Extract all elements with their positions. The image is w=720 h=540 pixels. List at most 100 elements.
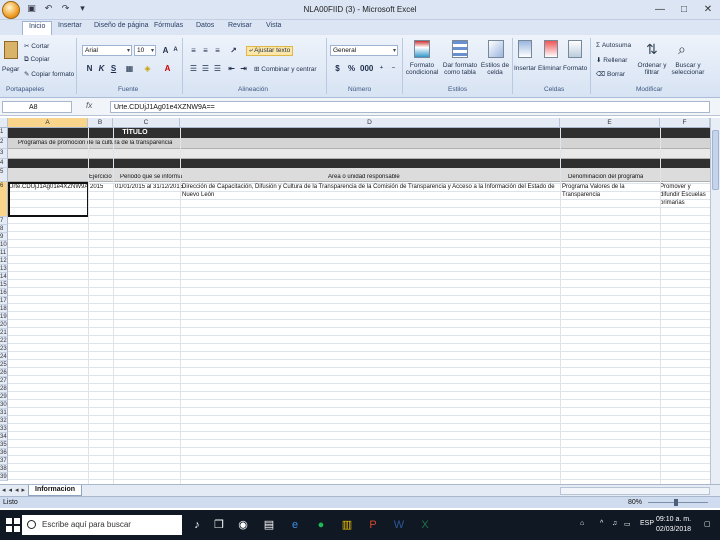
row-header-31[interactable]: 31	[0, 409, 8, 417]
windows-start-icon[interactable]	[6, 518, 20, 532]
format-table-button[interactable]: Dar formato como tabla	[441, 62, 479, 76]
scroll-thumb[interactable]	[712, 130, 719, 190]
tab-formulas[interactable]: Fórmulas	[154, 22, 183, 29]
binoculars-icon[interactable]: ⌕	[678, 40, 692, 58]
taskbar-search-input[interactable]: Escribe aquí para buscar	[22, 515, 182, 535]
tab-revisar[interactable]: Revisar	[228, 22, 252, 29]
chrome-icon[interactable]: ◉	[236, 518, 250, 532]
close-button[interactable]: ✕	[696, 0, 720, 20]
row-header-27[interactable]: 27	[0, 377, 8, 385]
bold-icon[interactable]: N	[84, 63, 95, 74]
cell-B8[interactable]: 2015	[90, 184, 103, 190]
cut-button[interactable]: ✂ Cortar	[24, 42, 49, 50]
increase-decimal-icon[interactable]: ⁺	[376, 63, 387, 74]
tab-diseno-pagina[interactable]: Diseño de página	[94, 22, 149, 29]
delete-cells-button[interactable]: Eliminar	[538, 65, 561, 72]
format-cells-button[interactable]: Formato	[563, 65, 587, 72]
row-header-25[interactable]: 25	[0, 361, 8, 369]
sheet-tab-informacion[interactable]: Informacion	[28, 485, 83, 496]
cell-styles-icon[interactable]	[488, 40, 504, 58]
row-header-16[interactable]: 16	[0, 289, 8, 297]
tab-inicio[interactable]: Inicio	[22, 21, 53, 35]
row-header-22[interactable]: 22	[0, 337, 8, 345]
row-header-21[interactable]: 21	[0, 329, 8, 337]
align-bottom-icon[interactable]: ≡	[212, 45, 223, 56]
volume-icon[interactable]: ♫	[612, 520, 617, 527]
cell-E8[interactable]: Programa Valores de la Transparencia	[562, 183, 658, 199]
excel-icon[interactable]: X	[418, 518, 432, 532]
column-header-f[interactable]: F	[660, 118, 710, 128]
zoom-slider[interactable]	[648, 499, 708, 506]
zoom-knob[interactable]	[674, 499, 678, 506]
file-explorer-icon[interactable]: ▤	[262, 518, 276, 532]
row-header-8[interactable]: 8	[0, 225, 8, 233]
row-header-18[interactable]: 18	[0, 305, 8, 313]
number-format-combo[interactable]: General ▾	[330, 45, 398, 56]
delete-cells-icon[interactable]	[544, 40, 558, 58]
minimize-button[interactable]: —	[648, 0, 672, 20]
row-header-23[interactable]: 23	[0, 345, 8, 353]
row-header-24[interactable]: 24	[0, 353, 8, 361]
currency-icon[interactable]: $	[332, 63, 343, 74]
clock[interactable]: 09:10 a. m. 02/03/2018	[656, 515, 691, 535]
edge-icon[interactable]: e	[288, 518, 302, 532]
cell-styles-button[interactable]: Estilos de celda	[480, 62, 510, 76]
wrap-text-button[interactable]: ⤶ Ajustar texto	[246, 46, 294, 56]
row-header-5[interactable]: 5	[0, 168, 8, 182]
row-header-29[interactable]: 29	[0, 393, 8, 401]
files-icon[interactable]: ▥	[340, 518, 354, 532]
column-header-e[interactable]: E	[560, 118, 660, 128]
row-header-36[interactable]: 36	[0, 449, 8, 457]
paste-button[interactable]: Pegar	[2, 66, 19, 73]
row-header-33[interactable]: 33	[0, 425, 8, 433]
row-header-4[interactable]: 4	[0, 159, 8, 168]
row-header-39[interactable]: 39	[0, 473, 8, 481]
font-name-combo[interactable]: Arial ▾	[82, 45, 132, 56]
network-icon[interactable]: ⌂	[580, 520, 584, 527]
row-header-9[interactable]: 9	[0, 233, 8, 241]
row-header-34[interactable]: 34	[0, 433, 8, 441]
insert-cells-icon[interactable]	[518, 40, 532, 58]
merge-center-button[interactable]: ⊞ Combinar y centrar	[254, 65, 317, 73]
format-cells-icon[interactable]	[568, 40, 582, 58]
vertical-scrollbar[interactable]	[710, 118, 720, 484]
fx-icon[interactable]: fx	[86, 101, 92, 110]
tab-datos[interactable]: Datos	[196, 22, 214, 29]
autosum-button[interactable]: Σ Autosuma	[596, 42, 631, 49]
align-top-icon[interactable]: ≡	[188, 45, 199, 56]
row-header-28[interactable]: 28	[0, 385, 8, 393]
align-middle-icon[interactable]: ≡	[200, 45, 211, 56]
word-icon[interactable]: W	[392, 518, 406, 532]
column-header-b[interactable]: B	[88, 118, 113, 128]
fill-button[interactable]: ⬇ Rellenar	[596, 56, 627, 64]
paste-icon[interactable]	[4, 41, 18, 59]
percent-icon[interactable]: %	[346, 63, 357, 74]
font-color-icon[interactable]: A	[162, 63, 173, 74]
row-header-35[interactable]: 35	[0, 441, 8, 449]
decrease-indent-icon[interactable]: ⇤	[226, 63, 237, 74]
column-header-a[interactable]: A	[8, 118, 88, 128]
row-header-3[interactable]: 3	[0, 149, 8, 159]
row-header-1[interactable]: 1	[0, 128, 8, 138]
powerpoint-icon[interactable]: P	[366, 518, 380, 532]
battery-icon[interactable]: ▭	[624, 520, 631, 528]
align-left-icon[interactable]: ☰	[188, 63, 199, 74]
select-all-corner[interactable]	[0, 118, 8, 128]
microphone-icon[interactable]: ♪	[190, 518, 204, 532]
tab-insertar[interactable]: Insertar	[58, 22, 82, 29]
row-header-6[interactable]: 6	[0, 182, 8, 217]
borders-icon[interactable]: ▦	[124, 63, 135, 74]
row-header-26[interactable]: 26	[0, 369, 8, 377]
insert-cells-button[interactable]: Insertar	[514, 65, 536, 72]
thousands-icon[interactable]: 000	[360, 63, 373, 74]
row-header-37[interactable]: 37	[0, 457, 8, 465]
tab-vista[interactable]: Vista	[266, 22, 281, 29]
align-right-icon[interactable]: ☰	[212, 63, 223, 74]
row-header-7[interactable]: 7	[0, 217, 8, 225]
notifications-icon[interactable]: ▢	[704, 520, 711, 528]
font-size-combo[interactable]: 10 ▾	[134, 45, 156, 56]
cell-D8[interactable]: Dirección de Capacitación, Difusión y Cu…	[182, 183, 560, 199]
conditional-format-icon[interactable]	[414, 40, 430, 58]
tray-up-icon[interactable]: ^	[600, 520, 603, 527]
shrink-font-icon[interactable]: A	[170, 45, 181, 56]
